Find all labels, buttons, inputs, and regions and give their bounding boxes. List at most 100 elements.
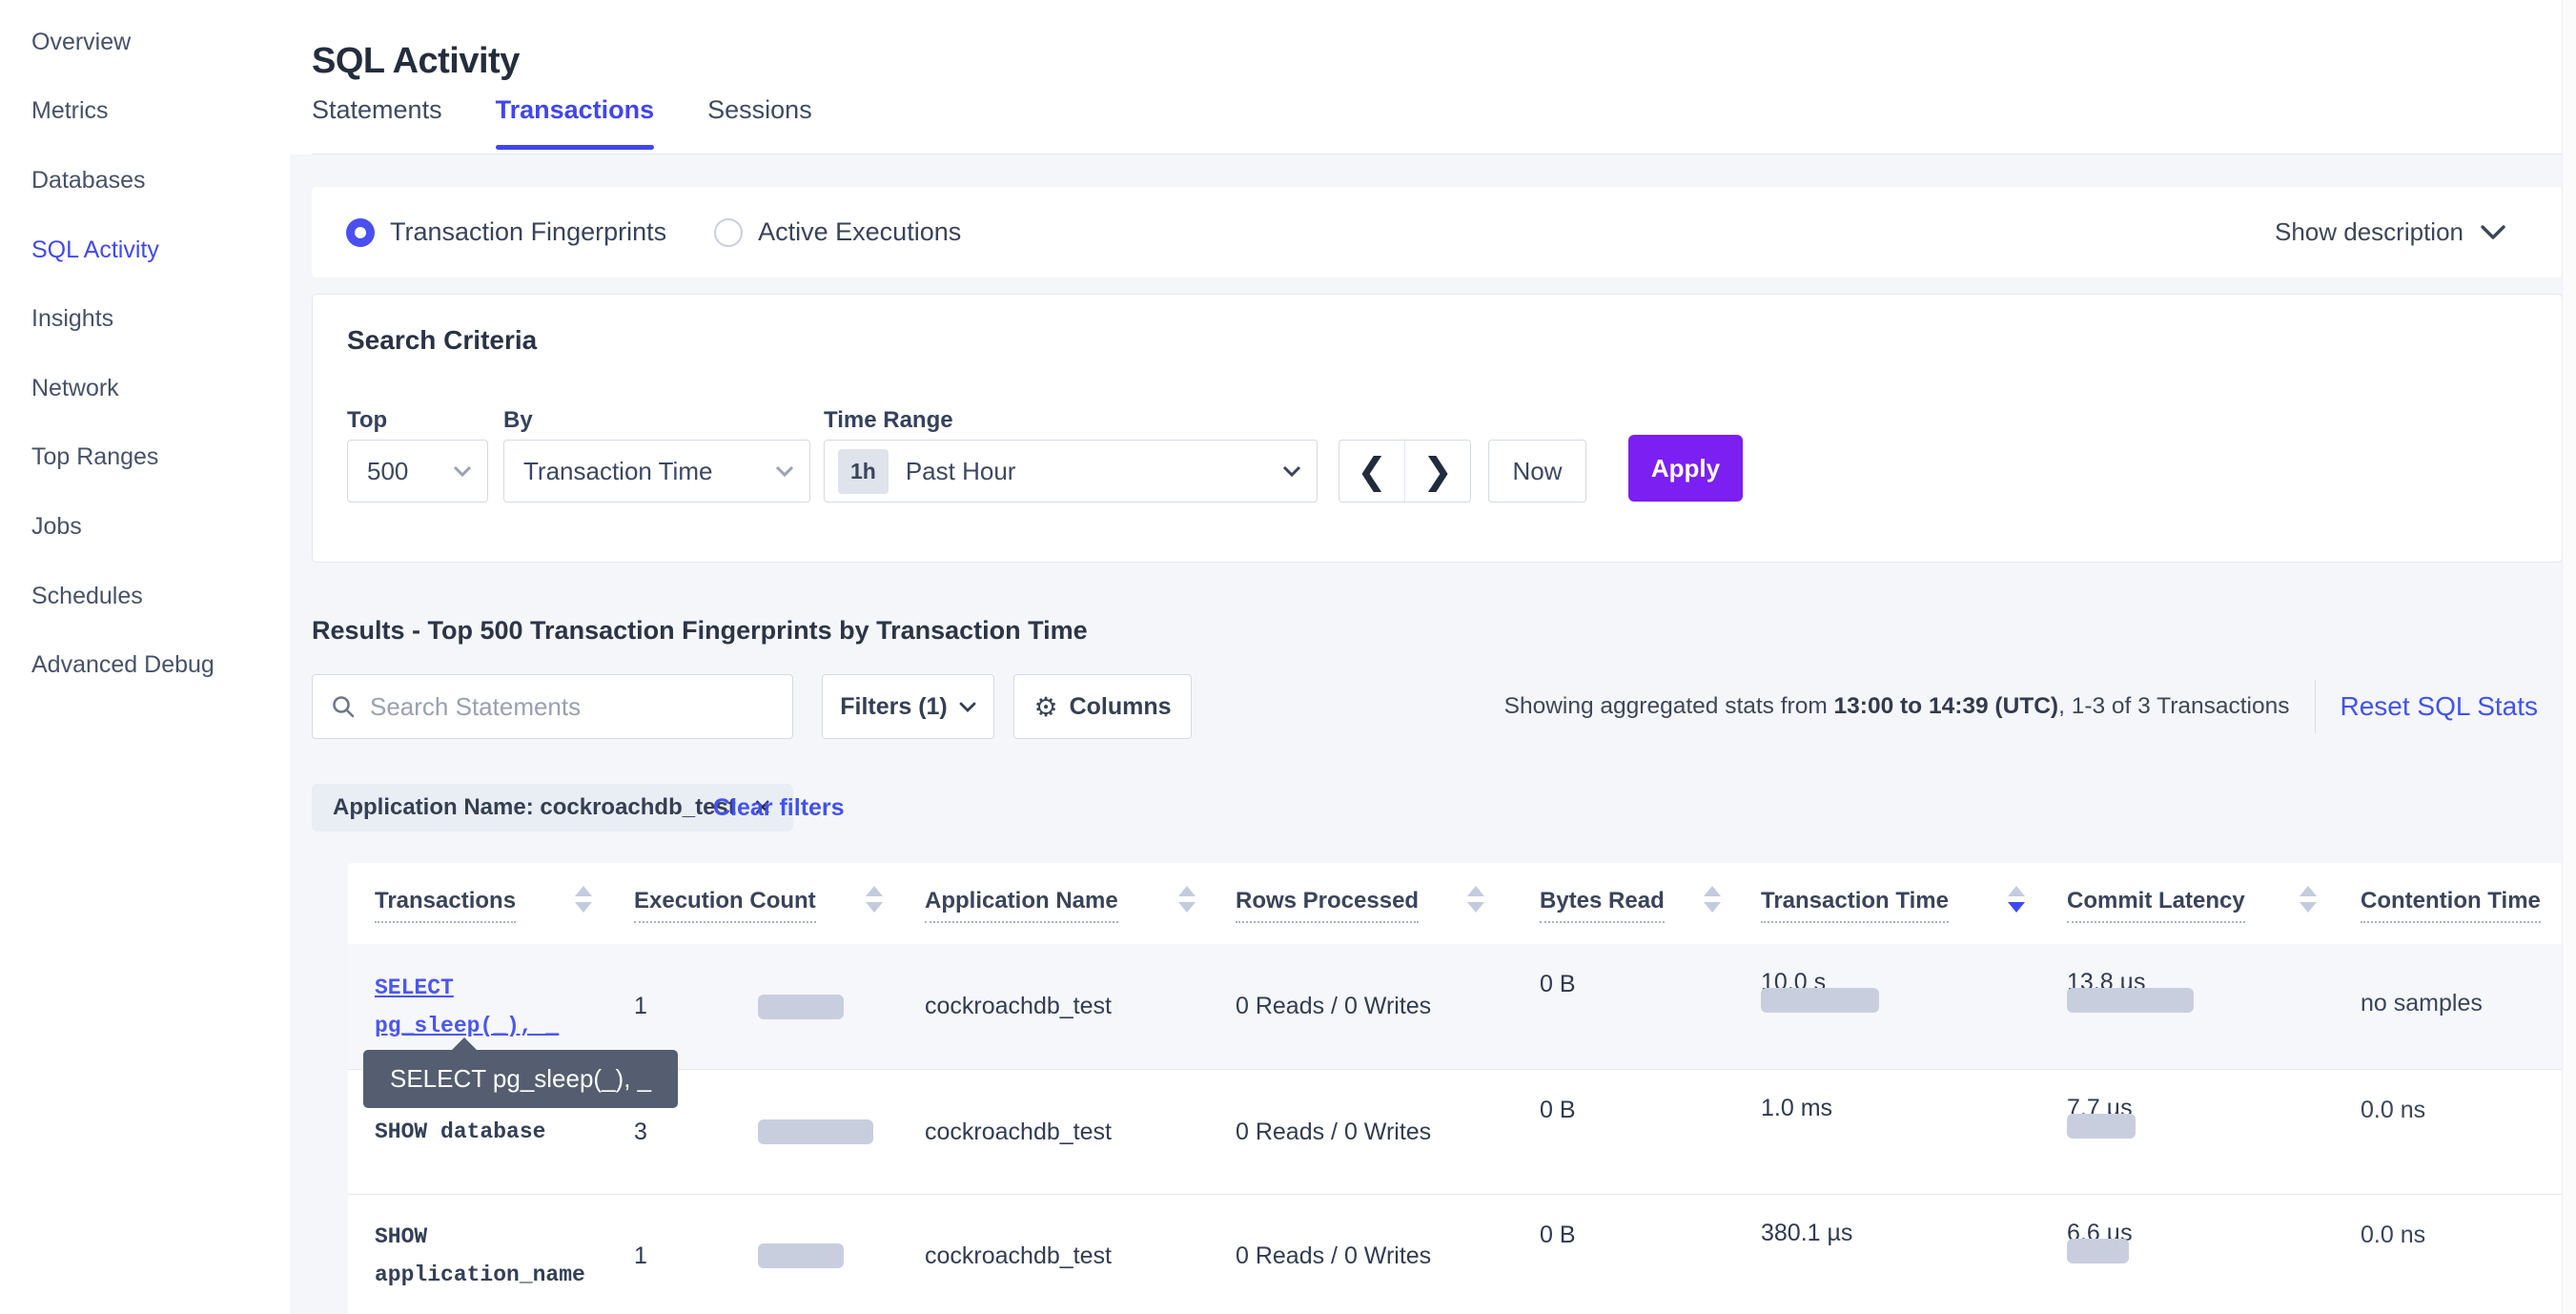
apply-button[interactable]: Apply	[1628, 435, 1743, 502]
gear-icon: ⚙	[1033, 691, 1057, 723]
rows-processed-value: 0 Reads / 0 Writes	[1236, 1195, 1431, 1314]
sidebar-item-schedules[interactable]: Schedules	[0, 562, 289, 631]
search-criteria-card: Search Criteria Top By Time Range 500 Tr…	[312, 294, 2563, 563]
sidebar-item-metrics[interactable]: Metrics	[0, 77, 289, 147]
execution-count-value: 1	[634, 1195, 647, 1314]
column-header-commit-latency[interactable]: Commit Latency	[2067, 888, 2245, 914]
rows-processed-value: 0 Reads / 0 Writes	[1236, 1070, 1431, 1194]
sort-icon[interactable]	[1178, 886, 1196, 913]
table-row: SHOW application_name 1 cockroachdb_test…	[348, 1195, 2563, 1314]
time-range-badge: 1h	[838, 449, 889, 494]
application-name-value: cockroachdb_test	[925, 944, 1112, 1069]
time-window-arrows: ❮ ❯	[1339, 440, 1471, 503]
table-row: SHOW database 3 cockroachdb_test 0 Reads…	[348, 1070, 2563, 1195]
transactions-table: Transactions Execution Count Application…	[348, 863, 2563, 1314]
chevron-down-icon	[959, 702, 976, 712]
column-header-transactions[interactable]: Transactions	[375, 888, 516, 914]
chevron-down-icon	[775, 465, 794, 477]
column-header-rows-processed[interactable]: Rows Processed	[1236, 888, 1419, 914]
tab-sessions[interactable]: Sessions	[707, 95, 812, 150]
sort-icon[interactable]	[2300, 886, 2317, 913]
view-toggle-strip: Transaction Fingerprints Active Executio…	[312, 187, 2563, 277]
scrollbar[interactable]	[2562, 0, 2576, 1314]
column-header-bytes-read[interactable]: Bytes Read	[1540, 888, 1665, 914]
vertical-divider	[2315, 680, 2316, 733]
stats-time-range: 13:00 to 14:39 (UTC)	[1834, 693, 2059, 719]
sort-icon[interactable]	[866, 886, 883, 913]
transaction-time-value: 1.0 ms	[1761, 1095, 1832, 1122]
now-button[interactable]: Now	[1488, 440, 1586, 503]
search-statements-box	[312, 674, 793, 739]
application-name-value: cockroachdb_test	[925, 1195, 1112, 1314]
sort-icon[interactable]	[575, 886, 592, 913]
by-label: By	[503, 407, 533, 434]
radio-fingerprints-label[interactable]: Transaction Fingerprints	[390, 217, 666, 247]
radio-dot	[355, 227, 366, 238]
sidebar-item-jobs[interactable]: Jobs	[0, 492, 289, 562]
clear-filters-link[interactable]: Clear filters	[713, 784, 845, 832]
time-range-label: Time Range	[824, 407, 953, 434]
radio-transaction-fingerprints[interactable]: Transaction Fingerprints	[346, 217, 666, 247]
reset-sql-stats-link[interactable]: Reset SQL Stats	[2341, 691, 2539, 722]
execution-count-bar	[758, 1243, 844, 1268]
sidebar-item-advanced-debug[interactable]: Advanced Debug	[0, 630, 289, 700]
sidebar-item-sql-activity[interactable]: SQL Activity	[0, 216, 289, 285]
sql-activity-page: Overview Metrics Databases SQL Activity …	[0, 0, 2576, 1314]
sidebar-item-network[interactable]: Network	[0, 354, 289, 423]
columns-button-label: Columns	[1070, 693, 1172, 721]
sort-icon-descending-active[interactable]	[2008, 886, 2025, 913]
sort-icon[interactable]	[1467, 886, 1484, 913]
table-row: SELECT pg_sleep(_), _ 1 cockroachdb_test…	[348, 944, 2563, 1070]
radio-active-executions-label[interactable]: Active Executions	[758, 217, 961, 247]
commit-latency-bar	[2067, 1239, 2129, 1263]
tab-transactions[interactable]: Transactions	[496, 95, 655, 150]
sidebar-item-overview[interactable]: Overview	[0, 8, 289, 77]
aggregated-stats-text: Showing aggregated stats from 13:00 to 1…	[1504, 693, 2290, 720]
column-header-contention-time[interactable]: Contention Time	[2361, 888, 2541, 914]
filters-button-label: Filters (1)	[840, 693, 948, 721]
search-icon	[332, 695, 355, 718]
by-select[interactable]: Transaction Time	[503, 440, 810, 503]
sidebar-item-top-ranges[interactable]: Top Ranges	[0, 423, 289, 493]
bytes-read-value: 0 B	[1540, 1222, 1576, 1249]
top-select[interactable]: 500	[347, 440, 488, 503]
sidebar-item-insights[interactable]: Insights	[0, 284, 289, 354]
execution-count-bar	[758, 1119, 873, 1144]
column-header-execution-count[interactable]: Execution Count	[634, 888, 816, 914]
chevron-down-icon	[1282, 465, 1301, 477]
next-time-window-button[interactable]: ❯	[1405, 441, 1470, 502]
search-input[interactable]	[368, 691, 783, 723]
tab-statements[interactable]: Statements	[312, 95, 442, 150]
table-header-row: Transactions Execution Count Application…	[348, 863, 2563, 944]
page-title: SQL Activity	[312, 41, 520, 82]
commit-latency-bar	[2067, 1114, 2136, 1139]
column-header-application-name[interactable]: Application Name	[925, 888, 1118, 914]
column-header-transaction-time[interactable]: Transaction Time	[1761, 888, 1949, 914]
bytes-read-value: 0 B	[1540, 1097, 1576, 1124]
filter-chip-label: Application Name: cockroachdb_test	[333, 794, 736, 821]
columns-button[interactable]: ⚙ Columns	[1013, 674, 1192, 739]
radio-active-executions[interactable]: Active Executions	[714, 217, 961, 247]
sort-icon[interactable]	[1704, 886, 1721, 913]
application-name-value: cockroachdb_test	[925, 1070, 1112, 1194]
chevron-down-icon	[453, 465, 472, 477]
transaction-fingerprint-link[interactable]: SHOW application_name	[375, 1195, 632, 1314]
sidebar-item-databases[interactable]: Databases	[0, 146, 289, 216]
time-range-select[interactable]: 1h Past Hour	[824, 440, 1318, 503]
search-criteria-title: Search Criteria	[347, 325, 537, 356]
radio-unselected-icon[interactable]	[714, 218, 743, 247]
fingerprint-tooltip: SELECT pg_sleep(_), _	[363, 1050, 678, 1108]
sidebar-list: Overview Metrics Databases SQL Activity …	[0, 0, 289, 700]
time-range-value: Past Hour	[889, 457, 1282, 486]
aggregated-stats-line: Showing aggregated stats from 13:00 to 1…	[1504, 674, 2538, 739]
rows-processed-value: 0 Reads / 0 Writes	[1236, 944, 1431, 1069]
show-description-label: Show description	[2275, 217, 2464, 247]
tab-bar: Statements Transactions Sessions	[312, 95, 812, 153]
filters-button[interactable]: Filters (1)	[822, 674, 994, 739]
bytes-read-value: 0 B	[1540, 971, 1576, 998]
transaction-time-bar	[1761, 988, 1879, 1013]
previous-time-window-button[interactable]: ❮	[1339, 441, 1405, 502]
show-description-toggle[interactable]: Show description	[2275, 187, 2505, 277]
radio-selected-icon[interactable]	[346, 218, 375, 247]
top-label: Top	[347, 407, 387, 434]
